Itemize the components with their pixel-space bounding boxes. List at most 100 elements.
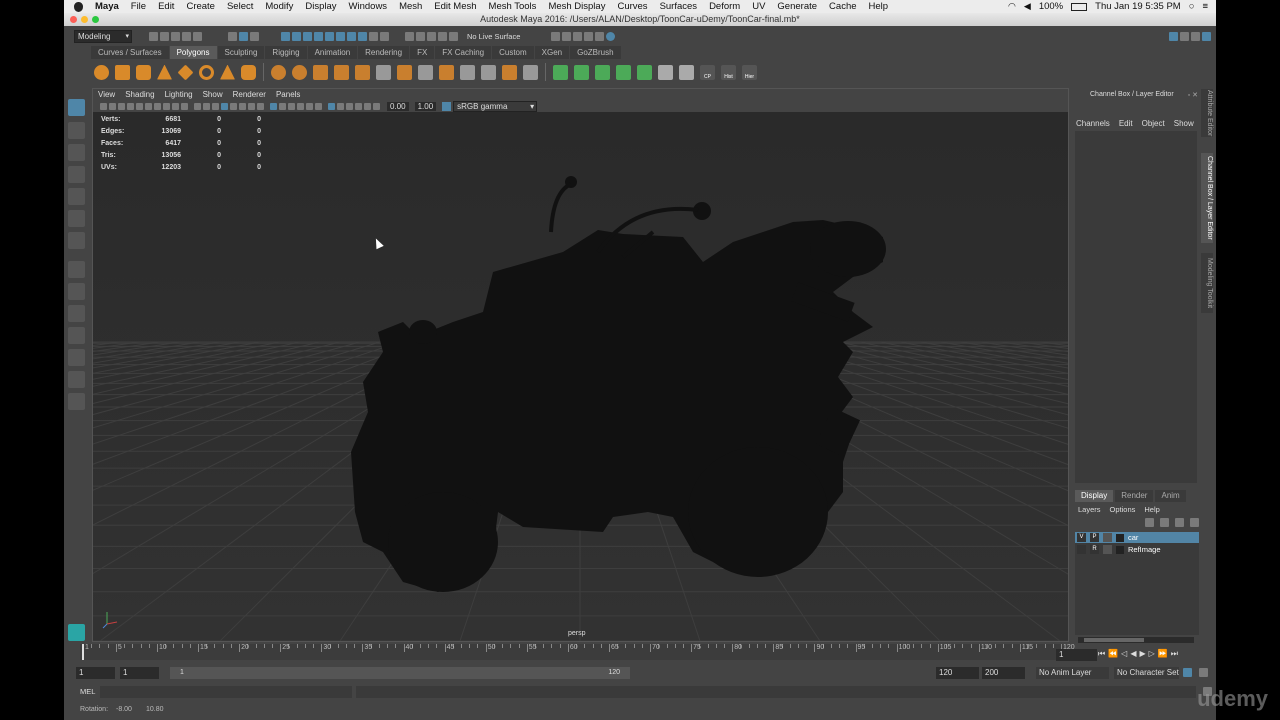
command-input[interactable] bbox=[100, 686, 352, 698]
step-forward-frame-icon[interactable]: ▷ bbox=[1149, 649, 1155, 659]
layer-row[interactable]: V Pcar bbox=[1075, 532, 1199, 543]
auto-key-icon[interactable] bbox=[1183, 668, 1192, 677]
step-forward-key-icon[interactable]: ⏩ bbox=[1158, 649, 1168, 659]
menu-app-name[interactable]: Maya bbox=[89, 1, 125, 12]
menu-edit-mesh[interactable]: Edit Mesh bbox=[428, 1, 482, 12]
shelf-tab-rendering[interactable]: Rendering bbox=[358, 46, 410, 59]
resolution-gate-icon[interactable] bbox=[172, 102, 179, 110]
menu-mesh[interactable]: Mesh bbox=[393, 1, 428, 12]
layer-color-swatch[interactable] bbox=[1103, 545, 1112, 554]
ipr-render-icon[interactable] bbox=[573, 31, 583, 41]
poly-sphere-icon[interactable] bbox=[94, 64, 109, 80]
select-handle-icon[interactable] bbox=[281, 31, 290, 41]
select-joint-icon[interactable] bbox=[292, 31, 301, 41]
scrollbar-thumb[interactable] bbox=[1084, 638, 1144, 642]
smooth-shade-icon[interactable] bbox=[230, 102, 237, 110]
shade-wireframe-icon[interactable] bbox=[248, 102, 255, 110]
create-empty-layer-icon[interactable] bbox=[1175, 518, 1184, 527]
side-tab-modeling-toolkit[interactable]: Modeling Toolkit bbox=[1201, 253, 1213, 313]
menu-edit[interactable]: Edit bbox=[152, 1, 180, 12]
play-forwards-icon[interactable]: ▶ bbox=[1139, 649, 1145, 659]
layer-row[interactable]: R RefImage bbox=[1075, 544, 1199, 555]
menu-file[interactable]: File bbox=[125, 1, 152, 12]
default-material-icon[interactable] bbox=[239, 102, 246, 110]
side-tab-attribute-editor[interactable]: Attribute Editor bbox=[1201, 89, 1213, 137]
cylindrical-uv-icon[interactable] bbox=[574, 64, 589, 80]
apple-icon[interactable] bbox=[74, 1, 83, 12]
paint-select-tool-icon[interactable] bbox=[68, 144, 85, 161]
viewport-menu-renderer[interactable]: Renderer bbox=[228, 89, 271, 100]
exposure-icon[interactable] bbox=[373, 102, 380, 110]
checker-icon[interactable] bbox=[658, 64, 673, 80]
render-settings-icon[interactable] bbox=[551, 31, 561, 41]
mirror-icon[interactable] bbox=[376, 64, 391, 80]
layer-menu-help[interactable]: Help bbox=[1144, 505, 1159, 514]
toggle-sidebar-icon[interactable] bbox=[1202, 31, 1211, 41]
2d-pan-zoom-icon[interactable] bbox=[136, 102, 143, 110]
battery-label[interactable]: 100% bbox=[1039, 1, 1063, 12]
select-deform-icon[interactable] bbox=[325, 31, 334, 41]
image-plane-icon[interactable] bbox=[127, 102, 134, 110]
time-slider[interactable]: 1 5 10 15 20 25 30 35 40 45 50 55 60 65 70 75 80 85 90 95 10… bbox=[80, 644, 1075, 660]
undo-icon[interactable] bbox=[182, 31, 191, 41]
channel-menu-object[interactable]: Object bbox=[1142, 119, 1165, 128]
grease-pencil-icon[interactable] bbox=[145, 102, 152, 110]
close-window-icon[interactable] bbox=[70, 16, 77, 23]
rotate-tool-icon[interactable] bbox=[68, 188, 85, 205]
xray-joints-icon[interactable] bbox=[355, 102, 362, 110]
layer-menu-options[interactable]: Options bbox=[1110, 505, 1136, 514]
textured-icon[interactable] bbox=[257, 102, 264, 110]
shelf-tab-rigging[interactable]: Rigging bbox=[265, 46, 307, 59]
move-layer-down-icon[interactable] bbox=[1160, 518, 1169, 527]
gate-mask-icon[interactable] bbox=[181, 102, 188, 110]
layer-edit-icon[interactable] bbox=[1116, 545, 1124, 554]
select-dynamic-icon[interactable] bbox=[336, 31, 345, 41]
select-hierarchy-icon[interactable]: Hier bbox=[742, 64, 757, 80]
menu-create[interactable]: Create bbox=[180, 1, 221, 12]
reduce-icon[interactable] bbox=[355, 64, 370, 80]
extrude-icon[interactable] bbox=[460, 64, 475, 80]
gamma-field[interactable]: 1.00 bbox=[414, 101, 437, 111]
go-to-end-icon[interactable]: ⏭ bbox=[1171, 649, 1178, 659]
channel-menu-edit[interactable]: Edit bbox=[1119, 119, 1133, 128]
range-slider[interactable]: 1 120 bbox=[170, 667, 630, 679]
spotlight-icon[interactable]: ○ bbox=[1189, 1, 1195, 12]
separate-icon[interactable] bbox=[292, 64, 307, 80]
hierarchy-mode-icon[interactable] bbox=[228, 31, 237, 41]
menu-surfaces[interactable]: Surfaces bbox=[654, 1, 704, 12]
lock-selection-icon[interactable] bbox=[369, 31, 378, 41]
target-weld-icon[interactable] bbox=[418, 64, 433, 80]
smooth-icon[interactable] bbox=[334, 64, 349, 80]
wifi-icon[interactable]: ◠ bbox=[1008, 1, 1016, 12]
automatic-uv-icon[interactable] bbox=[616, 64, 631, 80]
four-pane-layout-icon[interactable] bbox=[68, 283, 85, 300]
menu-help[interactable]: Help bbox=[863, 1, 895, 12]
zoom-window-icon[interactable] bbox=[92, 16, 99, 23]
select-surface-icon[interactable] bbox=[314, 31, 323, 41]
menu-display[interactable]: Display bbox=[299, 1, 342, 12]
select-curve-icon[interactable] bbox=[303, 31, 312, 41]
bookmarks-icon[interactable] bbox=[118, 102, 125, 110]
delete-history-icon[interactable]: Hist bbox=[721, 64, 736, 80]
snap-grid-icon[interactable] bbox=[405, 31, 414, 41]
safe-title-icon[interactable] bbox=[212, 102, 219, 110]
live-surface-field[interactable]: No Live Surface bbox=[467, 32, 520, 41]
render-sequence-icon[interactable] bbox=[606, 31, 616, 41]
safe-action-icon[interactable] bbox=[203, 102, 210, 110]
scale-tool-icon[interactable] bbox=[68, 210, 85, 227]
layer-tab-anim[interactable]: Anim bbox=[1155, 490, 1186, 502]
shelf-tab-animation[interactable]: Animation bbox=[307, 46, 358, 59]
append-icon[interactable] bbox=[502, 64, 517, 80]
menu-modify[interactable]: Modify bbox=[259, 1, 299, 12]
layer-visibility-toggle[interactable]: V bbox=[1077, 533, 1086, 542]
persp-graph-layout-icon[interactable] bbox=[68, 349, 85, 366]
backface-culling-icon[interactable] bbox=[364, 102, 371, 110]
clock[interactable]: Thu Jan 19 5:35 PM bbox=[1095, 1, 1181, 12]
shelf-tab-custom[interactable]: Custom bbox=[492, 46, 534, 59]
battery-icon[interactable] bbox=[1071, 2, 1088, 11]
layer-tab-render[interactable]: Render bbox=[1115, 490, 1154, 502]
perspective-viewport[interactable]: Verts: 6681 0 0 Edges: 13069 0 0 Faces: 6417 0 0 Tri… bbox=[93, 112, 1068, 641]
float-panel-icon[interactable]: ▫ bbox=[1188, 92, 1190, 99]
menu-mesh-tools[interactable]: Mesh Tools bbox=[483, 1, 543, 12]
snap-view-plane-icon[interactable] bbox=[438, 31, 447, 41]
